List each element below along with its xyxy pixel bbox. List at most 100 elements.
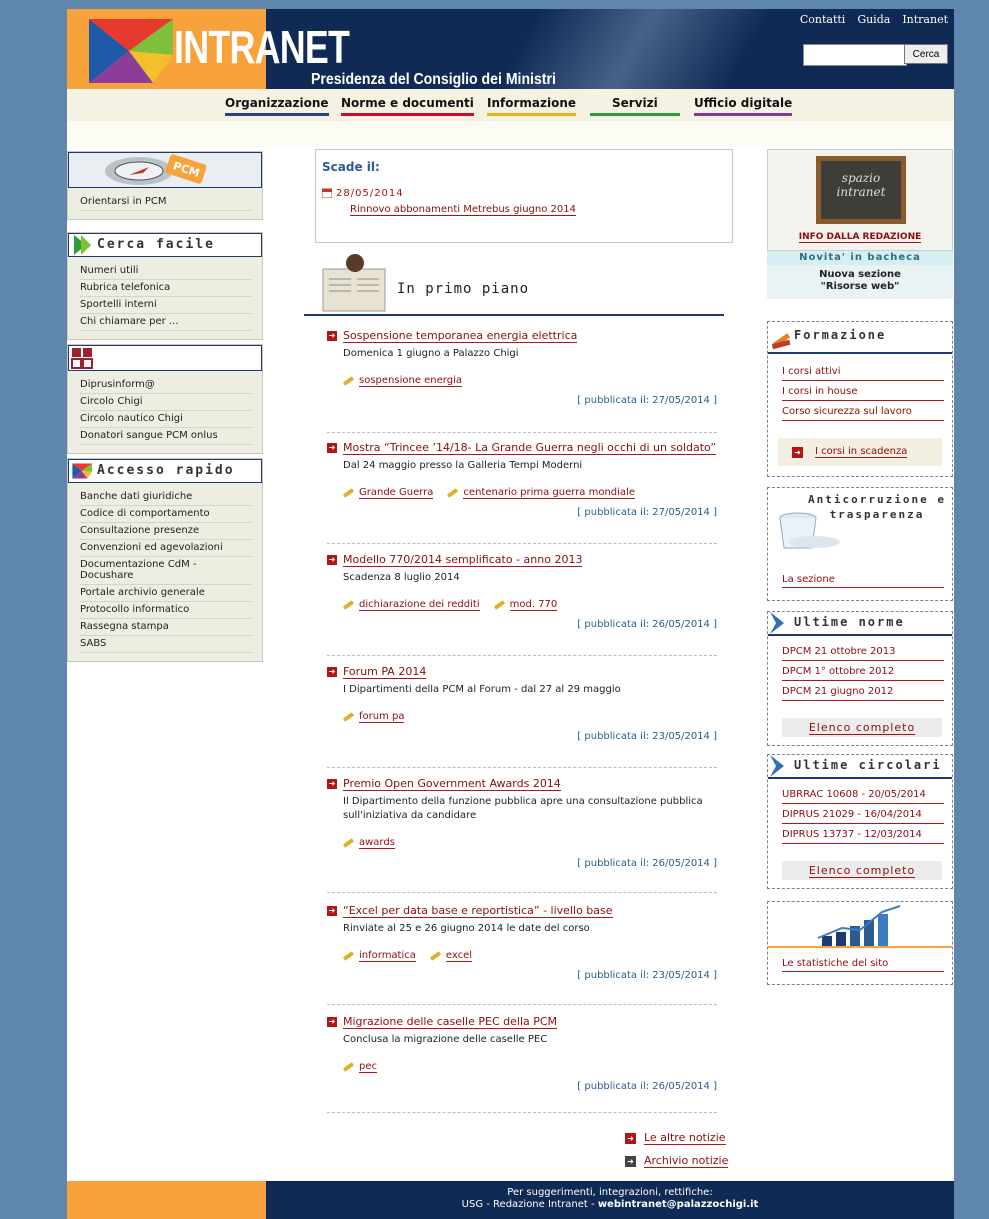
news-tag-label: mod. 770 bbox=[509, 599, 558, 611]
archivio-notizie-link[interactable]: ➜ Archivio notizie bbox=[625, 1154, 729, 1168]
link-portale-archivio[interactable]: Portale archivio generale bbox=[80, 585, 252, 602]
corsi-scadenza-label: I corsi in scadenza bbox=[815, 446, 908, 458]
news-tag[interactable]: excel bbox=[429, 950, 473, 962]
news-item: ➜ Forum PA 2014 I Dipartimenti della PCM… bbox=[327, 665, 717, 755]
arrow-icon: ➜ bbox=[327, 331, 337, 341]
newspaper-reader-icon bbox=[322, 254, 386, 312]
link-documentazione-cdm[interactable]: Documentazione CdM - Docushare bbox=[80, 557, 252, 585]
link-norma[interactable]: DPCM 21 giugno 2012 bbox=[782, 684, 944, 701]
corsi-scadenza-link[interactable]: ➜ I corsi in scadenza bbox=[778, 438, 942, 466]
top-link-contatti[interactable]: Contatti bbox=[800, 13, 845, 26]
link-convenzioni[interactable]: Convenzioni ed agevolazioni bbox=[80, 540, 252, 557]
news-tag-label: informatica bbox=[359, 950, 416, 962]
cerca-facile-box: Cerca facile Numeri utili Rubrica telefo… bbox=[67, 232, 263, 340]
ultime-norme-header: Ultime norme bbox=[768, 612, 952, 636]
news-title[interactable]: Forum PA 2014 bbox=[343, 665, 427, 679]
news-separator bbox=[327, 767, 717, 768]
footer-orange-block bbox=[67, 1181, 266, 1219]
news-item: ➜ Mostra “Trincee ’14/18- La Grande Guer… bbox=[327, 441, 717, 531]
nav-servizi[interactable]: Servizi bbox=[590, 96, 680, 116]
news-published: [ pubblicata il: 26/05/2014 ] bbox=[577, 1081, 717, 1092]
link-sportelli-interni[interactable]: Sportelli interni bbox=[80, 297, 252, 314]
scade-link[interactable]: Rinnovo abbonamenti Metrebus giugno 2014 bbox=[350, 204, 576, 216]
link-circolo-nautico[interactable]: Circolo nautico Chigi bbox=[80, 411, 252, 428]
link-chi-chiamare[interactable]: Chi chiamare per ... bbox=[80, 314, 252, 331]
link-rassegna-stampa[interactable]: Rassegna stampa bbox=[80, 619, 252, 636]
link-corso-sicurezza[interactable]: Corso sicurezza sul lavoro bbox=[782, 404, 944, 421]
link-rubrica-telefonica[interactable]: Rubrica telefonica bbox=[80, 280, 252, 297]
circolari-elenco-link[interactable]: Elenco completo bbox=[808, 864, 916, 878]
anticorruzione-link[interactable]: La sezione bbox=[782, 574, 944, 588]
link-consultazione-presenze[interactable]: Consultazione presenze bbox=[80, 523, 252, 540]
news-item: ➜ Migrazione delle caselle PEC della PCM… bbox=[327, 1015, 717, 1105]
nav-organizzazione[interactable]: Organizzazione bbox=[225, 96, 329, 116]
link-circolare[interactable]: DIPRUS 13737 - 12/03/2014 bbox=[782, 827, 944, 844]
le-altre-notizie-link[interactable]: ➜ Le altre notizie bbox=[625, 1131, 726, 1145]
nuova-sezione-link[interactable]: Nuova sezione "Risorse web" bbox=[767, 265, 953, 299]
news-tag-label: awards bbox=[359, 837, 395, 849]
link-diprusinform[interactable]: Diprusinform@ bbox=[80, 377, 252, 394]
top-link-guida[interactable]: Guida bbox=[857, 13, 890, 26]
news-tag[interactable]: informatica bbox=[342, 950, 416, 962]
link-circolo-chigi[interactable]: Circolo Chigi bbox=[80, 394, 252, 411]
link-orientarsi[interactable]: Orientarsi in PCM bbox=[80, 194, 252, 211]
formazione-title: Formazione bbox=[794, 328, 887, 342]
left-sidebar: PCM Orientarsi in PCM Cerca facile Numer… bbox=[67, 151, 263, 666]
nav-informazione[interactable]: Informazione bbox=[487, 96, 577, 116]
logo-text-a: INTRA bbox=[174, 21, 281, 73]
footer-text: Per suggerimenti, integrazioni, rettific… bbox=[266, 1187, 954, 1211]
link-codice-comportamento[interactable]: Codice di comportamento bbox=[80, 506, 252, 523]
news-tag[interactable]: dichiarazione dei redditi bbox=[342, 599, 480, 611]
search-input[interactable] bbox=[803, 44, 907, 66]
news-separator bbox=[327, 655, 717, 656]
link-norma[interactable]: DPCM 21 ottobre 2013 bbox=[782, 644, 944, 661]
news-title[interactable]: Premio Open Government Awards 2014 bbox=[343, 777, 561, 791]
news-published: [ pubblicata il: 23/05/2014 ] bbox=[577, 970, 717, 981]
news-tags: Grande Guerra centenario prima guerra mo… bbox=[342, 487, 635, 499]
norme-elenco-link[interactable]: Elenco completo bbox=[808, 721, 916, 735]
link-sabs[interactable]: SABS bbox=[80, 636, 252, 653]
statistiche-link[interactable]: Le statistiche del sito bbox=[782, 958, 944, 972]
news-title[interactable]: Modello 770/2014 semplificato - anno 201… bbox=[343, 553, 583, 567]
arrow-icon: ➜ bbox=[327, 443, 337, 453]
pcm-compass-banner: PCM bbox=[68, 152, 262, 188]
top-link-intranet[interactable]: Intranet bbox=[902, 13, 948, 26]
link-corsi-in-house[interactable]: I corsi in house bbox=[782, 384, 944, 401]
link-circolare[interactable]: DIPRUS 21029 - 16/04/2014 bbox=[782, 807, 944, 824]
compass-icon: PCM bbox=[105, 154, 207, 185]
footer-email-link[interactable]: webintranet@palazzochigi.it bbox=[598, 1199, 759, 1210]
news-title[interactable]: Sospensione temporanea energia elettrica bbox=[343, 329, 578, 343]
link-corsi-attivi[interactable]: I corsi attivi bbox=[782, 364, 944, 381]
news-tag[interactable]: sospensione energia bbox=[342, 375, 462, 387]
news-tag[interactable]: mod. 770 bbox=[493, 599, 558, 611]
link-numeri-utili[interactable]: Numeri utili bbox=[80, 263, 252, 280]
arrow-icon: ➜ bbox=[327, 779, 337, 789]
news-tags: informatica excel bbox=[342, 950, 473, 962]
arrow-icon: ➜ bbox=[792, 446, 803, 458]
nav-norme-e-documenti[interactable]: Norme e documenti bbox=[341, 96, 474, 116]
news-tags: forum pa bbox=[342, 711, 405, 723]
scade-box: Scade il: 28/05/2014 Rinnovo abbonamenti… bbox=[315, 149, 733, 243]
news-tags: dichiarazione dei redditi mod. 770 bbox=[342, 599, 558, 611]
news-tag[interactable]: centenario prima guerra mondiale bbox=[447, 487, 635, 499]
link-norma[interactable]: DPCM 1° ottobre 2012 bbox=[782, 664, 944, 681]
news-tag[interactable]: awards bbox=[342, 837, 395, 849]
news-tags: awards bbox=[342, 837, 395, 849]
info-redazione-link[interactable]: INFO DALLA REDAZIONE bbox=[768, 232, 952, 243]
news-published: [ pubblicata il: 23/05/2014 ] bbox=[577, 731, 717, 742]
search-button[interactable]: Cerca bbox=[904, 44, 948, 64]
link-donatori-sangue[interactable]: Donatori sangue PCM onlus bbox=[80, 428, 252, 445]
link-circolare[interactable]: UBRRAC 10608 - 20/05/2014 bbox=[782, 787, 944, 804]
link-protocollo[interactable]: Protocollo informatico bbox=[80, 602, 252, 619]
news-tag[interactable]: forum pa bbox=[342, 711, 405, 723]
nav-ufficio-digitale[interactable]: Ufficio digitale bbox=[694, 96, 793, 116]
news-title[interactable]: Mostra “Trincee ’14/18- La Grande Guerra… bbox=[343, 441, 717, 455]
news-tag[interactable]: Grande Guerra bbox=[342, 487, 434, 499]
news-title[interactable]: “Excel per data base e reportistica” - l… bbox=[343, 904, 613, 918]
news-tags: pec bbox=[342, 1061, 377, 1073]
link-banche-dati[interactable]: Banche dati giuridiche bbox=[80, 489, 252, 506]
news-tag[interactable]: pec bbox=[342, 1061, 377, 1073]
news-summary: Il Dipartimento della funzione pubblica … bbox=[343, 796, 703, 821]
news-title[interactable]: Migrazione delle caselle PEC della PCM bbox=[343, 1015, 558, 1029]
pencils-icon bbox=[771, 333, 791, 350]
